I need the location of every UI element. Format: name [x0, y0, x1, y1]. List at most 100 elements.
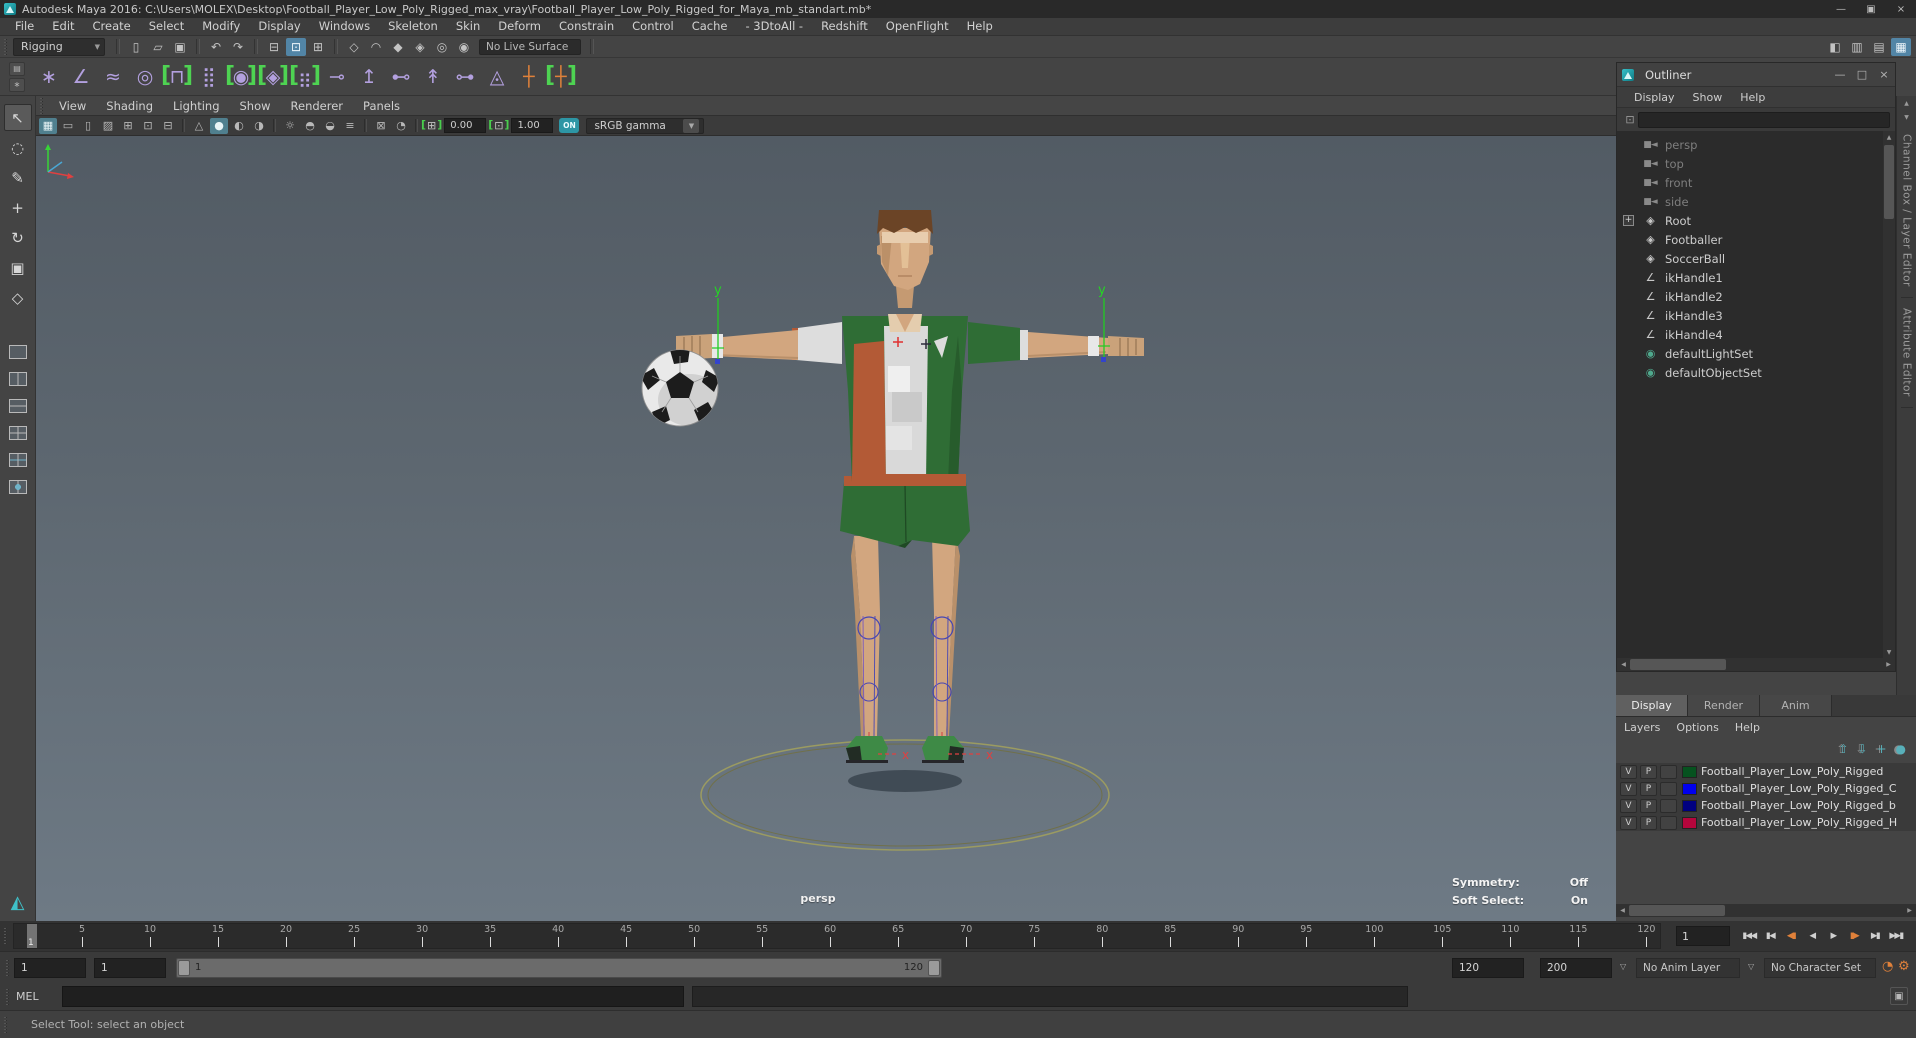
select-tool-icon[interactable]: ↖ [3, 104, 32, 131]
circle-control-icon[interactable]: ◉ [225, 62, 257, 92]
layer-playback-toggle[interactable]: P [1640, 764, 1657, 779]
step-forward-frame-button[interactable]: ▮▶ [1844, 926, 1864, 946]
layer-playback-toggle[interactable]: P [1640, 798, 1657, 813]
command-input[interactable] [62, 986, 684, 1007]
channel-box-layer-editor-tab[interactable]: Channel Box / Layer Editor [1900, 124, 1913, 298]
go-to-end-button[interactable]: ▶▶▮ [1886, 926, 1906, 946]
show-hypershade-icon[interactable]: ▥ [1847, 38, 1867, 56]
outliner-item-front[interactable]: ■◄ front [1617, 173, 1895, 192]
strip-scroll-down-icon[interactable]: ▼ [1899, 110, 1915, 124]
outliner-menu-help[interactable]: Help [1731, 91, 1774, 104]
layer-tab-anim[interactable]: Anim [1760, 695, 1832, 716]
humanik-icon[interactable]: ⊓ [161, 62, 193, 92]
attribute-editor-tab[interactable]: Attribute Editor [1900, 298, 1913, 408]
expander-root[interactable]: + [1623, 215, 1634, 226]
auto-keyframe-toggle-icon[interactable]: ◔ [1882, 959, 1893, 974]
layer-color-swatch[interactable] [1682, 782, 1697, 795]
move-layer-up-icon[interactable]: ⇧ [1838, 742, 1848, 756]
layer-visibility-toggle[interactable]: V [1620, 781, 1637, 796]
scroll-down-icon[interactable]: ▼ [1883, 646, 1895, 658]
select-by-component-icon[interactable]: ⊞ [308, 38, 328, 56]
range-slider-grip[interactable] [4, 960, 13, 976]
move-tool-icon[interactable]: + [4, 194, 32, 221]
status-line-grip[interactable] [2, 38, 11, 55]
screen-space-ao-icon[interactable]: ◒ [321, 118, 339, 134]
snap-to-curve-icon[interactable]: ◠ [366, 38, 386, 56]
scrollbar-track[interactable] [1630, 658, 1882, 671]
layer-color-swatch[interactable] [1682, 765, 1697, 778]
layer-display-type-toggle[interactable] [1660, 815, 1677, 830]
outliner-maximize-button[interactable]: □ [1851, 64, 1873, 86]
anim-layer-dropdown-icon[interactable]: ▽ [1620, 962, 1626, 971]
animation-preferences-icon[interactable]: ⚙ [1898, 959, 1910, 974]
playback-end-field[interactable]: 120 [1452, 958, 1524, 978]
outliner-minimize-button[interactable]: — [1829, 64, 1851, 86]
menu-item-constrain[interactable]: Constrain [550, 18, 623, 35]
panel-menu-lighting[interactable]: Lighting [163, 99, 229, 113]
range-start-handle[interactable] [178, 960, 190, 976]
panel-menu-shading[interactable]: Shading [96, 99, 163, 113]
gamma-icon[interactable]: ⊡ [488, 118, 509, 132]
outliner-title-bar[interactable]: Outliner — □ × [1617, 63, 1895, 87]
layer-tab-display[interactable]: Display [1616, 695, 1688, 716]
layout-single-pane-button[interactable] [4, 340, 32, 364]
shelf-tab-selector-button[interactable]: ▤ [9, 61, 25, 76]
make-live-icon[interactable]: ◉ [454, 38, 474, 56]
layout-two-panes-side-button[interactable] [4, 367, 32, 391]
menu-item-skeleton[interactable]: Skeleton [379, 18, 447, 35]
lasso-tool-icon[interactable]: ◌ [4, 134, 32, 161]
menu-item-modify[interactable]: Modify [193, 18, 249, 35]
outliner-item-persp[interactable]: ■◄ persp [1617, 135, 1895, 154]
command-line-grip[interactable] [4, 989, 13, 1005]
create-empty-layer-icon[interactable]: + [1876, 742, 1886, 756]
viewport-canvas[interactable]: y y x x [36, 136, 1616, 921]
menu-item-deform[interactable]: Deform [489, 18, 550, 35]
filter-icon[interactable]: ⊡ [1622, 113, 1638, 126]
locator-handle-icon[interactable]: ┼ [545, 62, 577, 92]
outliner-search-input[interactable] [1638, 111, 1890, 128]
layer-visibility-toggle[interactable]: V [1620, 815, 1637, 830]
show-tool-settings-icon[interactable]: ▤ [1869, 38, 1889, 56]
scrollbar-thumb[interactable] [1629, 905, 1725, 916]
scroll-right-icon[interactable]: ▶ [1903, 904, 1916, 917]
layer-row-2[interactable]: V P Football_Player_Low_Poly_Rigged_b [1616, 797, 1916, 814]
outliner-horizontal-scrollbar[interactable]: ◀ ▶ [1617, 658, 1895, 671]
menu-item-select[interactable]: Select [140, 18, 193, 35]
menu-item-display[interactable]: Display [249, 18, 309, 35]
paint-select-tool-icon[interactable]: ✎ [4, 164, 32, 191]
maya-viewport-icon[interactable]: ◭ [3, 889, 33, 915]
last-tool-icon[interactable]: ◇ [4, 284, 32, 311]
panel-menu-view[interactable]: View [49, 99, 96, 113]
live-surface-field[interactable]: No Live Surface [479, 38, 581, 55]
safe-title-icon[interactable]: ⊟ [159, 118, 177, 134]
exposure-icon[interactable]: ⊞ [421, 118, 442, 132]
safe-action-icon[interactable]: ⊡ [139, 118, 157, 134]
animation-end-field[interactable]: 200 [1540, 958, 1612, 978]
shadows-icon[interactable]: ◓ [301, 118, 319, 134]
shaded-mode-icon[interactable]: ● [210, 117, 228, 134]
menu-item-3dtoall[interactable]: - 3DtoAll - [736, 18, 812, 35]
textured-mode-icon[interactable]: ◐ [230, 118, 248, 134]
layout-two-panes-stacked-button[interactable] [4, 394, 32, 418]
layer-color-swatch[interactable] [1682, 816, 1697, 829]
motion-blur-icon[interactable]: ≡ [341, 118, 359, 134]
joint-tool-icon[interactable]: ∗ [34, 62, 64, 92]
scroll-left-icon[interactable]: ◀ [1616, 904, 1629, 917]
locator-icon[interactable]: ┼ [514, 62, 544, 92]
step-back-key-button[interactable]: ▮◀ [1760, 926, 1780, 946]
scroll-right-icon[interactable]: ▶ [1882, 658, 1895, 671]
menu-item-control[interactable]: Control [623, 18, 683, 35]
range-slider-track[interactable]: 1 120 [176, 958, 942, 978]
scrollbar-track[interactable] [1629, 904, 1903, 917]
quick-rig-tool-icon[interactable]: ◎ [130, 62, 160, 92]
select-by-object-icon[interactable]: ⊡ [286, 37, 306, 56]
color-transform-dropdown[interactable]: sRGB gamma ▼ [586, 117, 705, 134]
outliner-close-button[interactable]: × [1873, 64, 1895, 86]
use-default-material-icon[interactable]: ◑ [250, 118, 268, 134]
lighting-icon[interactable]: ☼ [281, 118, 299, 134]
box-control-icon[interactable]: ◈ [257, 62, 289, 92]
layer-color-swatch[interactable] [1682, 799, 1697, 812]
aim-constraint-icon[interactable]: ↟ [418, 62, 448, 92]
layer-display-type-toggle[interactable] [1660, 798, 1677, 813]
scale-tool-icon[interactable]: ▣ [4, 254, 32, 281]
